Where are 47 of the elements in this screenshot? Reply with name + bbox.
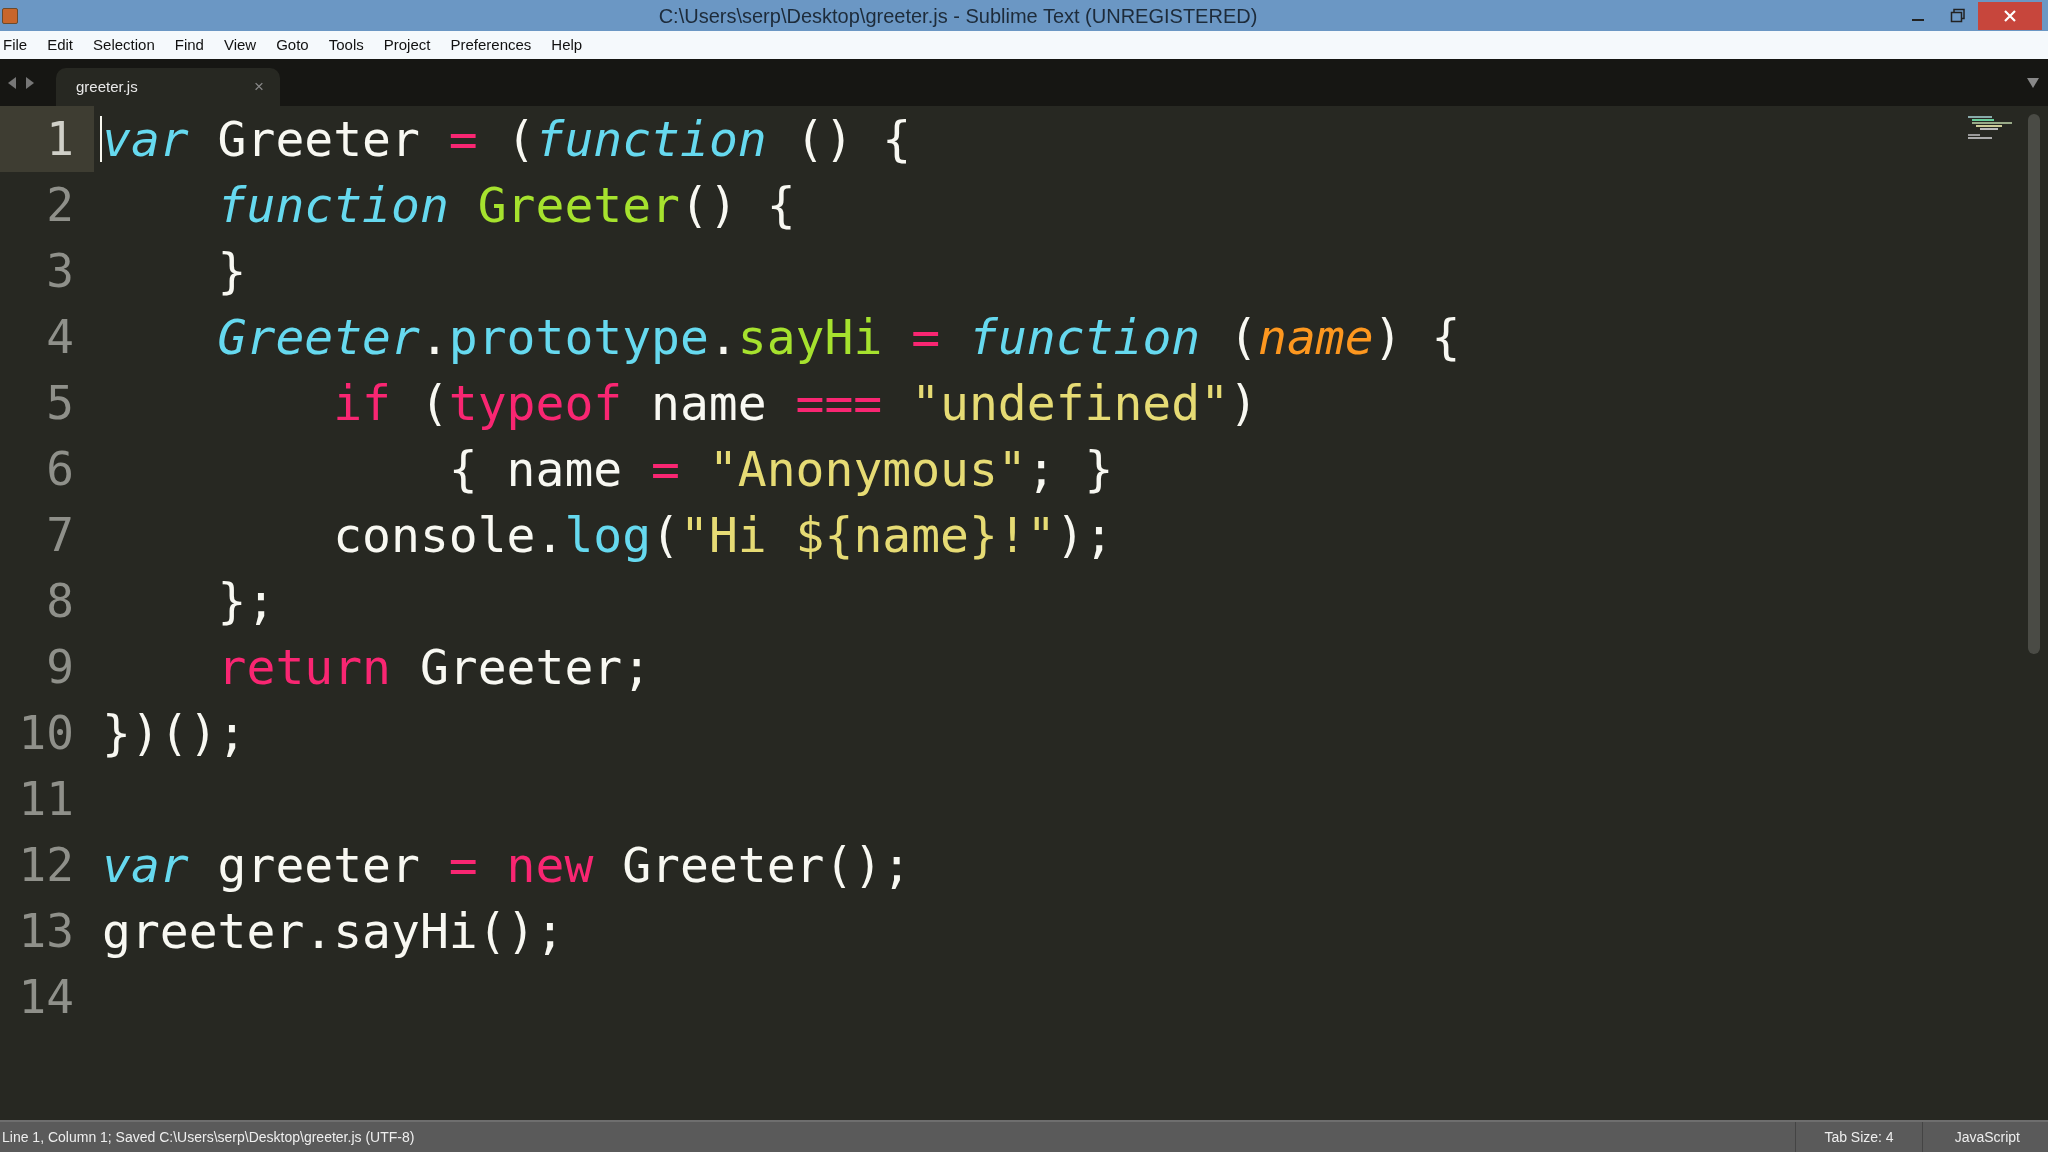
forward-arrow-icon[interactable]: [24, 75, 36, 90]
window-title: C:\Users\serp\Desktop\greeter.js - Sublime Text (UNREGISTERED): [658, 3, 1258, 29]
line-number: 10: [18, 704, 74, 762]
line-number: 8: [46, 572, 74, 630]
line-number: 7: [46, 506, 74, 564]
line-number: 12: [18, 836, 74, 894]
menu-item[interactable]: Goto: [276, 33, 309, 57]
restore-icon[interactable]: [1950, 7, 1966, 24]
tab-close-button[interactable]: ×: [254, 74, 264, 100]
line-number: 3: [46, 242, 74, 300]
menu-item[interactable]: Preferences: [450, 33, 532, 57]
menu-item[interactable]: Find: [174, 33, 204, 57]
minimap-drawing[interactable]: [1966, 114, 2014, 142]
line-number: 6: [46, 440, 74, 498]
menu-item[interactable]: Selection: [93, 33, 155, 57]
text-cursor: [100, 116, 102, 162]
tab-size-indicator[interactable]: Tab Size: 4: [1795, 1122, 1922, 1152]
line-number: 2: [46, 176, 74, 234]
menu-item[interactable]: View: [223, 33, 257, 57]
code-line: }: [216, 247, 247, 295]
code-line: function Greeter() {: [216, 181, 796, 229]
app-icon: [2, 7, 18, 24]
close-button[interactable]: [1978, 1, 2042, 30]
menu-item[interactable]: File: [3, 33, 28, 57]
code-line: return Greeter;: [216, 643, 652, 691]
line-number: 4: [46, 308, 74, 366]
line-number: 13: [18, 902, 74, 960]
status-message: Line 1, Column 1; Saved C:\Users\serp\Desktop\greeter.js (UTF-8): [1, 1127, 416, 1147]
back-arrow-icon[interactable]: [6, 75, 18, 90]
syntax-indicator[interactable]: JavaScript: [1921, 1122, 2048, 1152]
menu-item[interactable]: Tools: [328, 33, 364, 57]
scrollbar-thumb[interactable]: [2028, 114, 2040, 654]
code-line: };: [216, 577, 276, 625]
menu-item[interactable]: Help: [551, 33, 583, 57]
menu-item[interactable]: Edit: [47, 33, 74, 57]
line-number: 11: [18, 770, 74, 828]
code-line: var Greeter = (function () {: [102, 115, 912, 163]
line-number: 9: [46, 638, 74, 696]
menu-item[interactable]: Project: [383, 33, 431, 57]
line-number: 1: [46, 110, 74, 168]
file-tab[interactable]: greeter.js ×: [56, 68, 280, 106]
line-number: 14: [18, 968, 74, 1026]
line-number: 5: [46, 374, 74, 432]
close-icon: [2003, 8, 2017, 23]
tab-label: greeter.js: [76, 76, 138, 97]
tab-dropdown-icon[interactable]: [2026, 77, 2040, 89]
code-line: })();: [102, 709, 247, 757]
